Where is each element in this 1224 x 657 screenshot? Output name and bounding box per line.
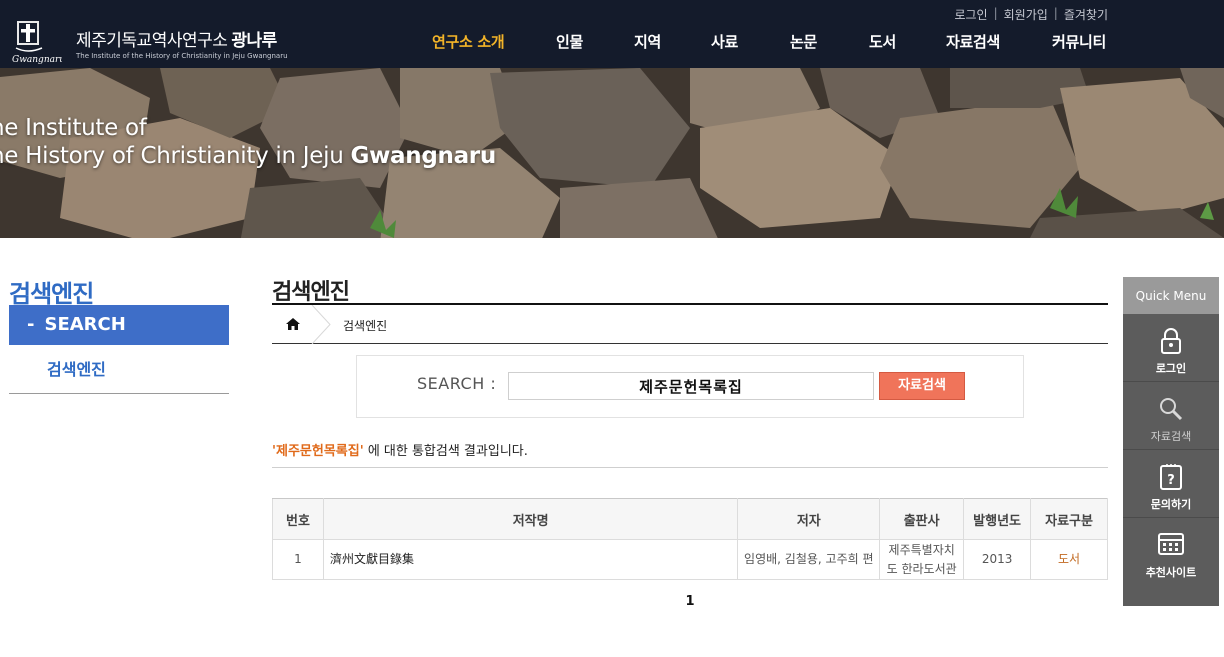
quick-menu-title: Quick Menu bbox=[1123, 277, 1219, 314]
quick-recommended-label: 추천사이트 bbox=[1145, 566, 1197, 579]
bookmark-link[interactable]: 즐겨찾기 bbox=[1062, 6, 1110, 23]
nav-community[interactable]: 커뮤니티 bbox=[1052, 31, 1106, 52]
quick-search[interactable]: 자료검색 bbox=[1123, 382, 1219, 450]
search-button[interactable]: 자료검색 bbox=[879, 372, 965, 400]
nav-region[interactable]: 지역 bbox=[634, 31, 661, 52]
sidebar-item-label: SEARCH bbox=[44, 314, 126, 335]
sidebar-title: 검색엔진 bbox=[9, 280, 94, 308]
sidebar-item-search[interactable]: - SEARCH bbox=[9, 305, 229, 345]
quick-inquiry-label: 문의하기 bbox=[1150, 498, 1192, 511]
result-suffix: 에 대한 통합검색 결과입니다. bbox=[363, 444, 528, 459]
quick-search-label: 자료검색 bbox=[1150, 430, 1192, 443]
nav-search[interactable]: 자료검색 bbox=[946, 31, 1000, 52]
search-label: SEARCH : bbox=[417, 374, 497, 393]
table-header-row: 번호 저작명 저자 출판사 발행년도 자료구분 bbox=[272, 498, 1108, 540]
signup-link[interactable]: 회원가입 bbox=[1002, 6, 1050, 23]
results-table: 번호 저작명 저자 출판사 발행년도 자료구분 1 濟州文獻目錄集 임영배, 김… bbox=[272, 498, 1108, 580]
banner-line-1: he Institute of bbox=[0, 115, 147, 141]
col-type: 자료구분 bbox=[1030, 498, 1108, 540]
banner-caption: he Institute of he History of Christiani… bbox=[0, 114, 496, 170]
top-header: Gwangnaru 제주기독교역사연구소 광나루 The Institute of… bbox=[0, 0, 1224, 68]
cell-type: 도서 bbox=[1030, 539, 1108, 580]
pagination: 1 bbox=[272, 594, 1108, 609]
col-author: 저자 bbox=[737, 498, 881, 540]
cell-publisher: 제주특별자치도 한라도서관 bbox=[879, 539, 965, 580]
banner-line-2: he History of Christianity in Jeju Gwang… bbox=[0, 143, 496, 169]
hero-banner: he Institute of he History of Christiani… bbox=[0, 68, 1224, 238]
sidebar: 검색엔진 - SEARCH 검색엔진 bbox=[9, 274, 229, 394]
quick-login-label: 로그인 bbox=[1155, 362, 1187, 375]
separator: | bbox=[993, 6, 998, 20]
main-nav: 연구소 소개 인물 지역 사료 논문 도서 자료검색 커뮤니티 bbox=[0, 31, 1224, 55]
quick-recommended-sites[interactable]: 추천사이트 bbox=[1123, 518, 1219, 586]
col-number: 번호 bbox=[272, 498, 324, 540]
main-content: 검색엔진 검색엔진 SEARCH : 자료검색 '제주문헌목록집' 에 대한 통… bbox=[272, 274, 1108, 609]
nav-people[interactable]: 인물 bbox=[556, 31, 583, 52]
svg-text:?: ? bbox=[1167, 473, 1175, 488]
calendar-icon bbox=[1123, 532, 1219, 564]
separator: | bbox=[1053, 6, 1058, 20]
home-icon[interactable] bbox=[272, 305, 314, 343]
cell-title[interactable]: 濟州文獻目錄集 bbox=[322, 539, 739, 580]
breadcrumb: 검색엔진 bbox=[272, 305, 1108, 344]
dash-icon: - bbox=[27, 314, 35, 335]
login-link[interactable]: 로그인 bbox=[952, 6, 989, 23]
col-publisher: 출판사 bbox=[879, 498, 965, 540]
search-form: SEARCH : 자료검색 bbox=[356, 355, 1024, 418]
page-1-link[interactable]: 1 bbox=[685, 594, 694, 609]
breadcrumb-current: 검색엔진 bbox=[343, 319, 388, 333]
question-icon: ? bbox=[1123, 464, 1219, 496]
cell-year: 2013 bbox=[963, 539, 1032, 580]
table-row[interactable]: 1 濟州文獻目錄集 임영배, 김철용, 고주희 편 제주특별자치도 한라도서관 … bbox=[272, 539, 1108, 580]
nav-sources[interactable]: 사료 bbox=[711, 31, 738, 52]
col-title: 저작명 bbox=[322, 498, 739, 540]
breadcrumb-separator-icon bbox=[311, 305, 331, 344]
sidebar-subitem-search-engine[interactable]: 검색엔진 bbox=[9, 345, 229, 394]
result-keyword: '제주문헌목록집' bbox=[272, 444, 364, 459]
col-year: 발행년도 bbox=[963, 498, 1032, 540]
nav-papers[interactable]: 논문 bbox=[790, 31, 817, 52]
lock-icon bbox=[1123, 328, 1219, 360]
utility-links: 로그인 | 회원가입 | 즐겨찾기 bbox=[952, 6, 1110, 23]
page-title: 검색엔진 bbox=[272, 274, 1108, 305]
quick-menu: Quick Menu 로그인 자료검색 ? 문의하기 추천사이트 bbox=[1123, 277, 1219, 606]
search-input[interactable] bbox=[508, 372, 874, 400]
quick-inquiry[interactable]: ? 문의하기 bbox=[1123, 450, 1219, 518]
quick-login[interactable]: 로그인 bbox=[1123, 314, 1219, 382]
search-icon bbox=[1123, 396, 1219, 428]
cell-author: 임영배, 김철용, 고주희 편 bbox=[737, 539, 881, 580]
svg-text:Gwangnaru: Gwangnaru bbox=[12, 55, 62, 64]
result-summary: '제주문헌목록집' 에 대한 통합검색 결과입니다. bbox=[272, 440, 1108, 468]
cell-number: 1 bbox=[272, 539, 324, 580]
nav-institute[interactable]: 연구소 소개 bbox=[432, 31, 505, 52]
nav-books[interactable]: 도서 bbox=[869, 31, 896, 52]
